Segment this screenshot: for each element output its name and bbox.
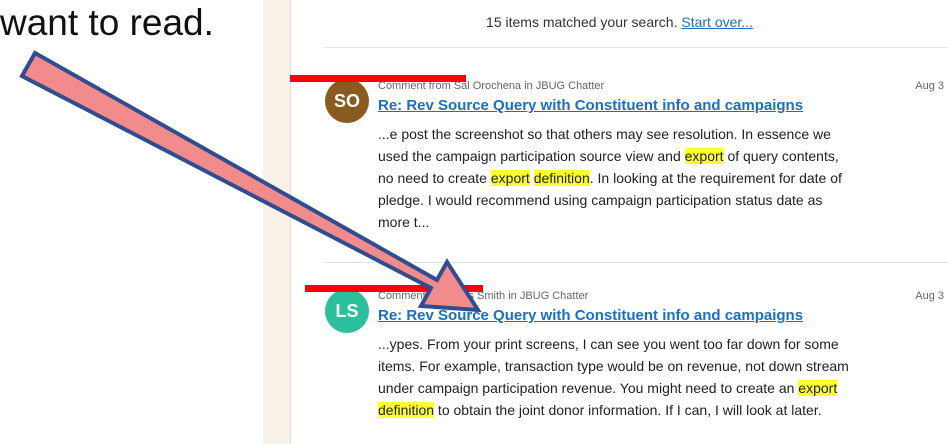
avatar[interactable]: SO (325, 79, 369, 123)
result-date: Aug 3 (915, 290, 944, 302)
snippet-line: no need to create export definition. In … (378, 170, 842, 186)
matched-count-text: 15 items matched your search. (486, 14, 678, 30)
divider (324, 47, 948, 48)
snippet-line: under campaign participation revenue. Yo… (378, 380, 838, 396)
avatar[interactable]: LS (325, 289, 369, 333)
snippet-line: more t... (378, 214, 430, 230)
avatar-initials: SO (333, 90, 360, 111)
result-snippet: ...ypes. From your print screens, I can … (378, 333, 903, 421)
page-gutter (263, 0, 291, 444)
redaction-bar (305, 285, 483, 292)
redaction-bar (290, 75, 466, 82)
snippet-line: ...ypes. From your print screens, I can … (378, 336, 839, 352)
caption-text: want to read. (0, 2, 214, 43)
search-results-panel: 15 items matched your search. Start over… (291, 0, 948, 444)
result-title-link[interactable]: Re: Rev Source Query with Constituent in… (378, 307, 803, 324)
start-over-link[interactable]: Start over... (681, 14, 753, 30)
snippet-line: pledge. I would recommend using campaign… (378, 192, 823, 208)
search-term-highlight: export (490, 170, 530, 186)
search-term-highlight: export (798, 380, 838, 396)
snippet-line: used the campaign participation source v… (378, 148, 839, 164)
search-summary: 15 items matched your search. Start over… (291, 14, 948, 30)
result-snippet: ...e post the screenshot so that others … (378, 123, 903, 233)
divider (324, 262, 948, 263)
snippet-line: definition to obtain the joint donor inf… (378, 402, 822, 418)
search-term-highlight: definition (533, 170, 590, 186)
avatar-initials: LS (335, 300, 359, 321)
snippet-line: ...e post the screenshot so that others … (378, 126, 831, 142)
search-term-highlight: export (684, 148, 724, 164)
result-title-link[interactable]: Re: Rev Source Query with Constituent in… (378, 97, 803, 114)
search-term-highlight: definition (378, 402, 435, 418)
snippet-line: items. For example, transaction type wou… (378, 358, 849, 374)
result-date: Aug 3 (915, 80, 944, 92)
